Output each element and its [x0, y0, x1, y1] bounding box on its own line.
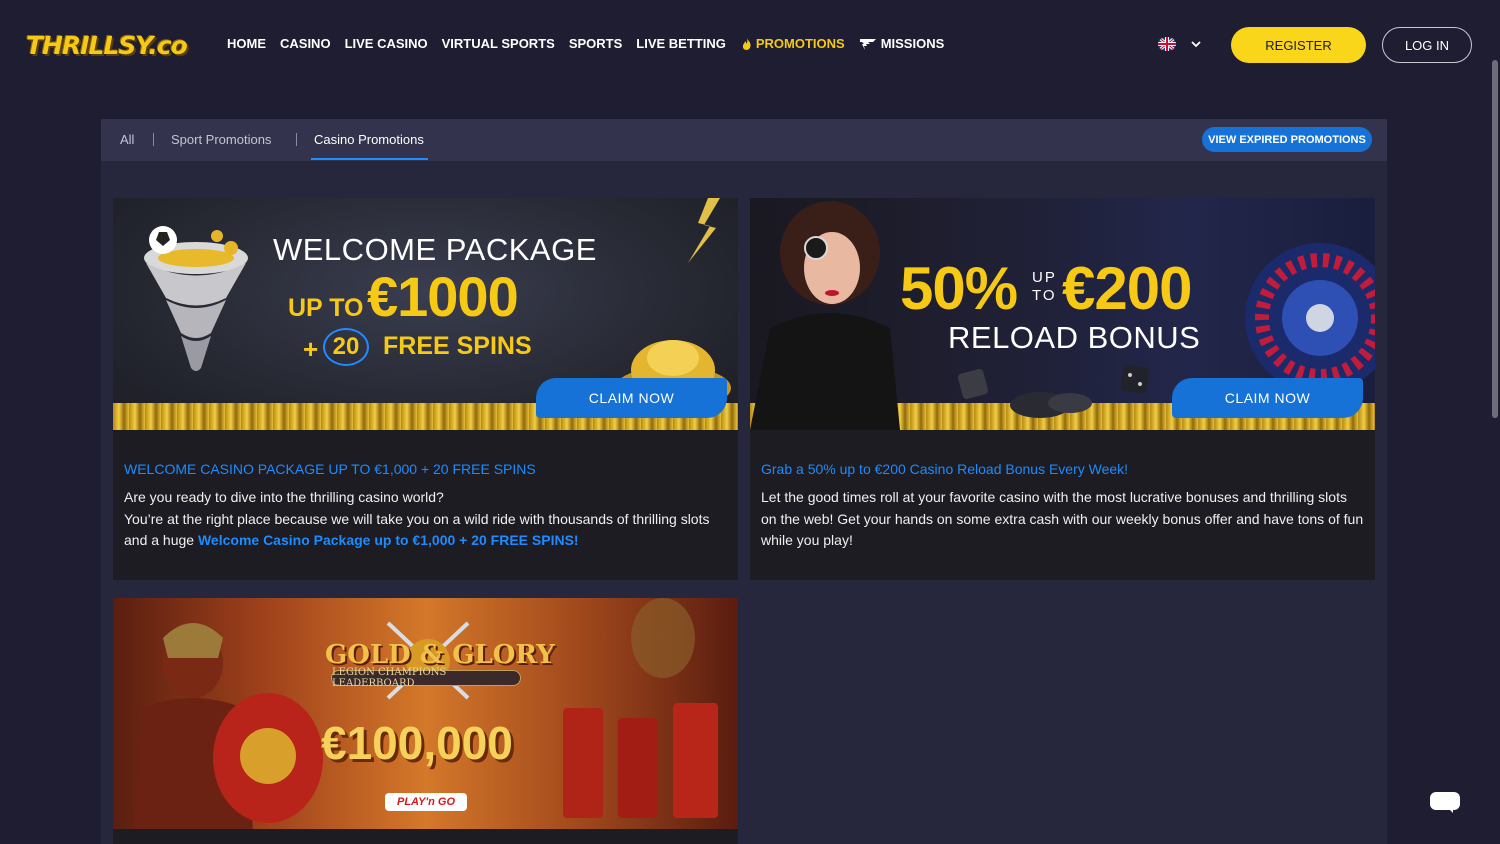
welcome-package-banner[interactable]: WELCOME PACKAGE UP TO €1000 + 20 FREE SP…	[113, 198, 738, 430]
banner-amount: €200	[1062, 255, 1192, 322]
roman-warrior-image	[133, 623, 323, 829]
description-line: Are you ready to dive into the thrilling…	[124, 489, 444, 505]
missions-icon	[859, 38, 876, 50]
card-body: Grab a 50% up to €200 Casino Reload Bonu…	[750, 461, 1375, 552]
nav-live-betting-label: LIVE BETTING	[636, 36, 726, 51]
logo-text: THRILLSY.co	[26, 30, 188, 60]
nav-home-label: HOME	[227, 36, 266, 51]
nav-live-casino[interactable]: LIVE CASINO	[345, 36, 428, 51]
scrollbar-thumb[interactable]	[1492, 60, 1498, 418]
nav-missions[interactable]: MISSIONS	[859, 36, 945, 51]
nav-sports-label: SPORTS	[568, 36, 623, 51]
site-logo[interactable]: THRILLSY.co	[26, 26, 188, 64]
banner-subtitle: RELOAD BONUS	[948, 320, 1201, 355]
banner-title: GOLD & GLORY	[325, 640, 555, 670]
nav-home[interactable]: HOME	[227, 36, 266, 51]
spins-label: FREE SPINS	[383, 332, 532, 360]
roulette-wheel-icon	[1245, 243, 1375, 393]
promotion-description: Are you ready to dive into the thrilling…	[124, 487, 727, 552]
nav-sports[interactable]: SPORTS	[569, 36, 622, 51]
promotion-card-gold-glory: GOLD & GLORY LEGION CHAMPIONS LEADERBOAR…	[113, 598, 738, 844]
reload-bonus-banner[interactable]: 50% UP TO €200 RELOAD BONUS CLAIM NOW	[750, 198, 1375, 430]
promotion-description: Let the good times roll at your favorite…	[761, 489, 1364, 548]
login-button[interactable]: LOG IN	[1382, 27, 1472, 63]
legion-shields-image	[563, 598, 718, 818]
active-tab-indicator	[311, 158, 428, 160]
nav-live-casino-label: LIVE CASINO	[344, 36, 428, 51]
banner-amount: €100,000	[321, 717, 513, 769]
claim-now-button[interactable]: CLAIM NOW	[536, 378, 727, 418]
spins-count: 20	[332, 333, 360, 360]
spins-badge: 20	[323, 328, 369, 366]
banner-plus: +	[303, 334, 319, 364]
tab-casino-promotions[interactable]: Casino Promotions	[314, 132, 424, 147]
view-expired-promotions-button[interactable]: VIEW EXPIRED PROMOTIONS	[1202, 127, 1372, 152]
nav-live-betting[interactable]: LIVE BETTING	[636, 36, 726, 51]
promotion-tabs: All Sport Promotions Casino Promotions V…	[101, 119, 1387, 161]
chat-bubble-icon[interactable]	[1430, 792, 1460, 813]
promotion-card-reload: 50% UP TO €200 RELOAD BONUS CLAIM NOW Gr…	[750, 198, 1375, 580]
card-body: WELCOME CASINO PACKAGE UP TO €1,000 + 20…	[113, 461, 738, 552]
site-header: THRILLSY.co HOME CASINO LIVE CASINO VIRT…	[0, 0, 1500, 90]
provider-label: PLAY'n GO	[396, 796, 456, 808]
dice-icon	[1120, 364, 1150, 394]
uk-flag-icon[interactable]	[1158, 37, 1176, 51]
nav-promotions[interactable]: PROMOTIONS	[740, 36, 845, 51]
nav-promotions-label: PROMOTIONS	[755, 36, 845, 51]
gold-glory-banner[interactable]: GOLD & GLORY LEGION CHAMPIONS LEADERBOAR…	[113, 598, 738, 829]
leaderboard-ribbon: LEGION CHAMPIONS LEADERBOARD	[331, 667, 521, 689]
promotion-title[interactable]: Grab a 50% up to €200 Casino Reload Bonu…	[761, 461, 1364, 477]
nav-virtual-sports-label: VIRTUAL SPORTS	[441, 36, 555, 51]
description-highlight-link[interactable]: Welcome Casino Package up to €1,000 + 20…	[198, 532, 579, 548]
nav-virtual-sports[interactable]: VIRTUAL SPORTS	[442, 36, 555, 51]
register-button[interactable]: REGISTER	[1231, 27, 1366, 63]
playngo-logo: PLAY'n GO	[385, 793, 467, 811]
tab-all[interactable]: All	[120, 132, 134, 147]
banner-subtitle: LEGION CHAMPIONS LEADERBOARD	[332, 667, 447, 689]
dealer-woman-image	[750, 201, 900, 430]
casino-chips-icon	[957, 368, 1092, 418]
lightning-icon	[688, 198, 720, 263]
promotion-card-welcome: WELCOME PACKAGE UP TO €1000 + 20 FREE SP…	[113, 198, 738, 580]
nav-casino[interactable]: CASINO	[280, 36, 331, 51]
banner-upto: UP TO	[288, 294, 364, 322]
main-nav: HOME CASINO LIVE CASINO VIRTUAL SPORTS S…	[227, 36, 958, 51]
promotion-title[interactable]: WELCOME CASINO PACKAGE UP TO €1,000 + 20…	[124, 461, 727, 477]
banner-up: UP	[1032, 269, 1057, 286]
chevron-down-icon[interactable]	[1189, 38, 1203, 50]
tab-sport-promotions[interactable]: Sport Promotions	[171, 132, 271, 147]
nav-casino-label: CASINO	[280, 36, 331, 51]
tornado-icon	[144, 226, 248, 371]
claim-now-button[interactable]: CLAIM NOW	[1172, 378, 1363, 418]
banner-headline: WELCOME PACKAGE	[273, 232, 597, 267]
banner-percent: 50%	[900, 255, 1018, 322]
banner-amount: €1000	[367, 265, 519, 328]
tab-divider	[153, 133, 154, 146]
banner-to: TO	[1032, 287, 1057, 304]
tab-divider	[296, 133, 297, 146]
nav-missions-label: MISSIONS	[880, 36, 945, 51]
flame-icon	[742, 37, 751, 50]
